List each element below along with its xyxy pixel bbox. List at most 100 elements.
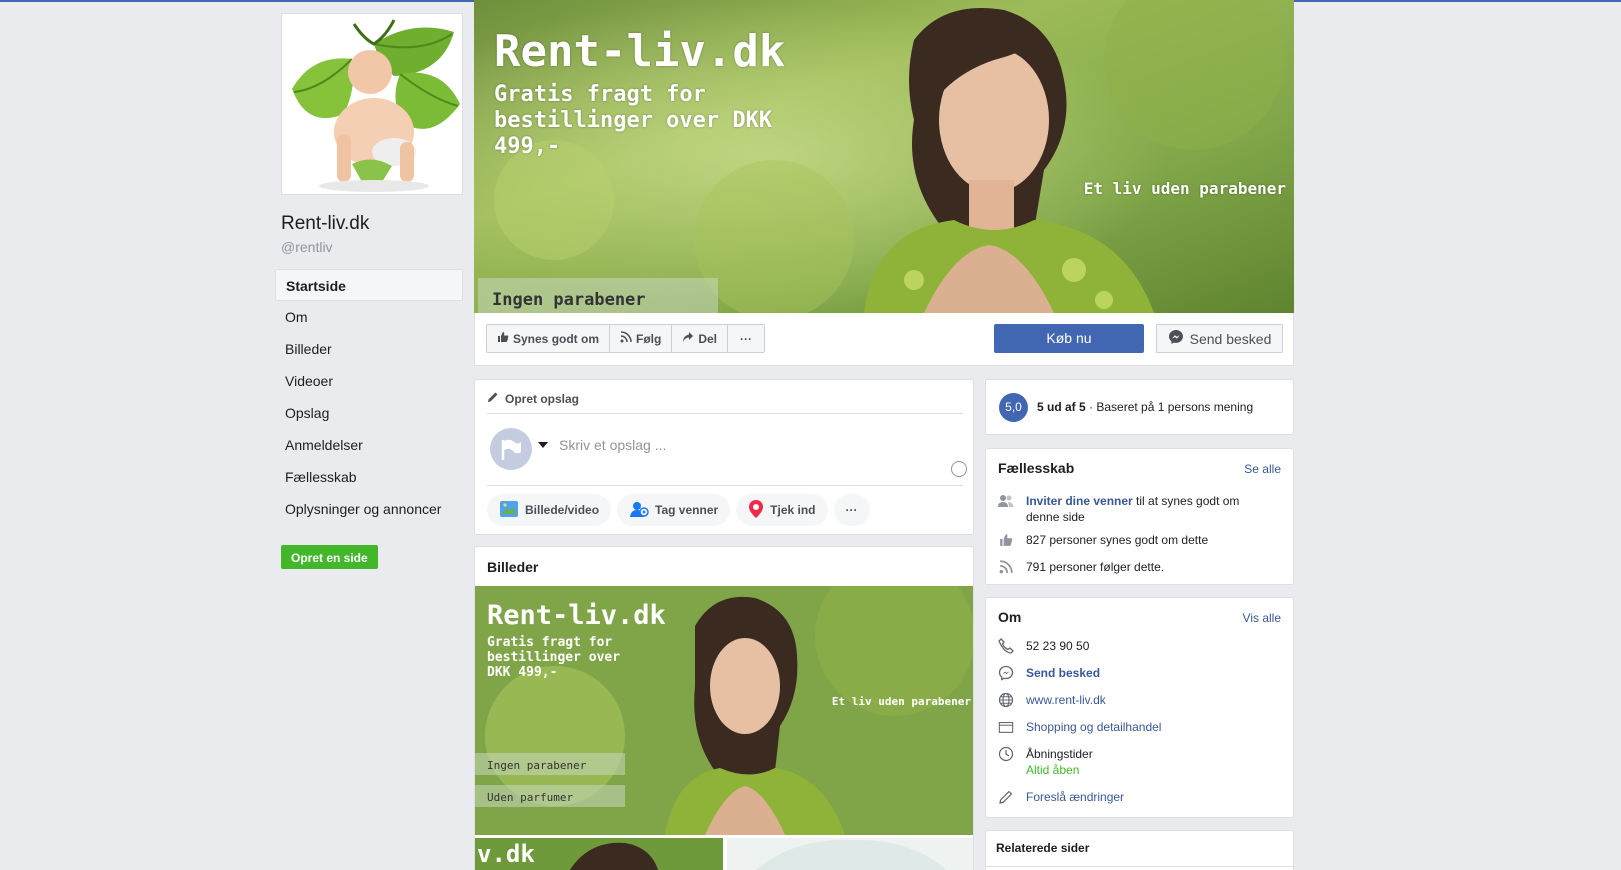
clock-icon bbox=[998, 746, 1014, 762]
photo-badge-parabener: Ingen parabener bbox=[475, 753, 625, 775]
photo-video-button[interactable]: Billede/video bbox=[487, 494, 612, 526]
tag-friends-label: Tag venner bbox=[655, 503, 719, 517]
nav-item-anmeldelser[interactable]: Anmeldelser bbox=[275, 429, 463, 461]
thumbs-up-icon bbox=[497, 331, 509, 346]
category-link[interactable]: Shopping og detailhandel bbox=[1026, 719, 1161, 735]
related-pages-card: Relaterede sider bbox=[985, 830, 1295, 870]
cover-photo[interactable]: Rent-liv.dk Gratis fragt for bestillinge… bbox=[474, 0, 1294, 313]
share-arrow-icon bbox=[682, 331, 694, 346]
follows-count: 791 personer følger dette. bbox=[1026, 560, 1165, 574]
rating-score-badge[interactable]: 5,0 bbox=[999, 393, 1028, 422]
buy-now-button[interactable]: Køb nu bbox=[994, 324, 1144, 353]
cover-tagline: Et liv uden parabener bbox=[1083, 179, 1286, 198]
rss-icon bbox=[620, 331, 632, 346]
more-dots-icon: ··· bbox=[740, 331, 753, 346]
post-composer: Opret opslag Skriv et opslag ... Billede… bbox=[474, 379, 974, 535]
community-see-all-link[interactable]: Se alle bbox=[1244, 462, 1281, 476]
nav-item-opslag[interactable]: Opslag bbox=[275, 397, 463, 429]
messenger-icon bbox=[1168, 329, 1184, 348]
phone-row: 52 23 90 50 bbox=[998, 638, 1089, 654]
related-pages-title: Relaterede sider bbox=[996, 841, 1090, 855]
more-actions-button[interactable]: ··· bbox=[728, 325, 764, 352]
hours-block: Åbningstider Altid åben bbox=[1026, 746, 1093, 778]
nav-item-startside[interactable]: Startside bbox=[275, 269, 463, 301]
invite-friends-link[interactable]: Inviter dine venner bbox=[1026, 494, 1133, 508]
chevron-down-icon[interactable] bbox=[538, 442, 548, 448]
photo-subtitle: Gratis fragt for bestillinger over DKK 4… bbox=[487, 635, 621, 680]
thumbs-up-icon bbox=[998, 532, 1014, 548]
send-message-label: Send besked bbox=[1189, 330, 1272, 347]
phone-number[interactable]: 52 23 90 50 bbox=[1026, 638, 1089, 654]
composer-more-button[interactable]: ··· bbox=[833, 494, 870, 526]
photo-main[interactable]: Rent-liv.dk Gratis fragt for bestillinge… bbox=[475, 586, 973, 835]
suggest-row: Foreslå ændringer bbox=[998, 789, 1124, 805]
pencil-icon bbox=[487, 391, 499, 406]
hours-label: Åbningstider bbox=[1026, 747, 1093, 761]
hours-value: Altid åben bbox=[1026, 763, 1080, 777]
tag-friends-button[interactable]: Tag venner bbox=[617, 494, 731, 526]
website-row: www.rent-liv.dk bbox=[998, 692, 1106, 708]
composer-header[interactable]: Opret opslag bbox=[487, 388, 963, 414]
invite-row: Inviter dine venner til at synes godt om… bbox=[998, 493, 1278, 525]
photo-icon bbox=[499, 500, 519, 521]
location-pin-icon bbox=[748, 499, 764, 522]
cover-subtitle: Gratis fragt for bestillinger over DKK 4… bbox=[494, 82, 773, 159]
share-button-label: Del bbox=[698, 331, 718, 346]
page-handle: @rentliv bbox=[281, 239, 333, 255]
website-link[interactable]: www.rent-liv.dk bbox=[1026, 692, 1106, 708]
rating-bold: 5 ud af 5 bbox=[1037, 400, 1086, 414]
people-icon bbox=[998, 493, 1014, 509]
messenger-icon bbox=[998, 665, 1014, 681]
globe-icon bbox=[998, 692, 1014, 708]
about-card: Om Vis alle 52 23 90 50 Send besked www.… bbox=[985, 597, 1294, 818]
rss-icon bbox=[998, 559, 1014, 575]
more-dots-icon: ··· bbox=[845, 503, 858, 517]
profile-picture[interactable] bbox=[281, 13, 463, 195]
page-action-group: Synes godt om Følg Del ··· bbox=[486, 324, 766, 353]
photo-thumb-1[interactable]: v.dk bbox=[475, 838, 723, 870]
page-action-bar: Synes godt om Følg Del ··· Køb nu Send b… bbox=[474, 313, 1294, 366]
check-in-label: Tjek ind bbox=[770, 503, 816, 517]
about-see-all-link[interactable]: Vis alle bbox=[1243, 611, 1281, 625]
rating-basis: · Baseret på 1 persons mening bbox=[1085, 400, 1254, 414]
storefront-icon bbox=[998, 719, 1014, 735]
category-row: Shopping og detailhandel bbox=[998, 719, 1161, 735]
share-button[interactable]: Del bbox=[672, 325, 729, 352]
create-page-button[interactable]: Opret en side bbox=[281, 545, 378, 569]
cover-title: Rent-liv.dk bbox=[494, 26, 786, 77]
send-message-button[interactable]: Send besked bbox=[1156, 324, 1283, 353]
left-column: Rent-liv.dk @rentliv Startside Om Billed… bbox=[275, 13, 463, 569]
page-name[interactable]: Rent-liv.dk bbox=[281, 213, 463, 235]
phone-icon bbox=[998, 638, 1014, 654]
community-title: Fællesskab bbox=[998, 460, 1075, 476]
composer-header-label: Opret opslag bbox=[505, 391, 580, 406]
about-title: Om bbox=[998, 609, 1022, 625]
nav-item-oplysninger[interactable]: Oplysninger og annoncer bbox=[275, 493, 463, 525]
about-send-message-link[interactable]: Send besked bbox=[1026, 665, 1100, 681]
community-card: Fællesskab Se alle Inviter dine venner t… bbox=[985, 448, 1294, 585]
photos-card: Billeder Rent-liv.dk Gratis fragt for be… bbox=[474, 546, 974, 870]
rating-summary: 5 ud af 5 · Baseret på 1 persons mening bbox=[1037, 400, 1253, 414]
composer-input[interactable]: Skriv et opslag ... bbox=[559, 437, 666, 453]
photos-title[interactable]: Billeder bbox=[487, 559, 538, 575]
likes-row: 827 personer synes godt om dette bbox=[998, 532, 1208, 548]
photo-tagline: Et liv uden parabener bbox=[831, 695, 971, 708]
rating-card: 5,0 5 ud af 5 · Baseret på 1 persons men… bbox=[985, 379, 1294, 435]
composer-divider bbox=[487, 485, 963, 486]
photo-video-label: Billede/video bbox=[525, 503, 600, 517]
emoji-icon[interactable] bbox=[951, 461, 967, 477]
follow-button[interactable]: Følg bbox=[610, 325, 673, 352]
nav-item-videoer[interactable]: Videoer bbox=[275, 365, 463, 397]
nav-item-billeder[interactable]: Billeder bbox=[275, 333, 463, 365]
check-in-button[interactable]: Tjek ind bbox=[736, 494, 828, 526]
suggest-edits-link[interactable]: Foreslå ændringer bbox=[1026, 789, 1124, 805]
nav-item-faellesskab[interactable]: Fællesskab bbox=[275, 461, 463, 493]
like-button[interactable]: Synes godt om bbox=[487, 325, 611, 352]
nav-item-om[interactable]: Om bbox=[275, 301, 463, 333]
hours-row: Åbningstider Altid åben bbox=[998, 746, 1093, 778]
photo-title: Rent-liv.dk bbox=[487, 600, 666, 631]
composer-page-avatar[interactable] bbox=[490, 428, 532, 470]
pencil-icon bbox=[998, 789, 1014, 805]
page-nav: Startside Om Billeder Videoer Opslag Anm… bbox=[275, 269, 463, 525]
photo-thumb-2[interactable] bbox=[727, 838, 973, 870]
